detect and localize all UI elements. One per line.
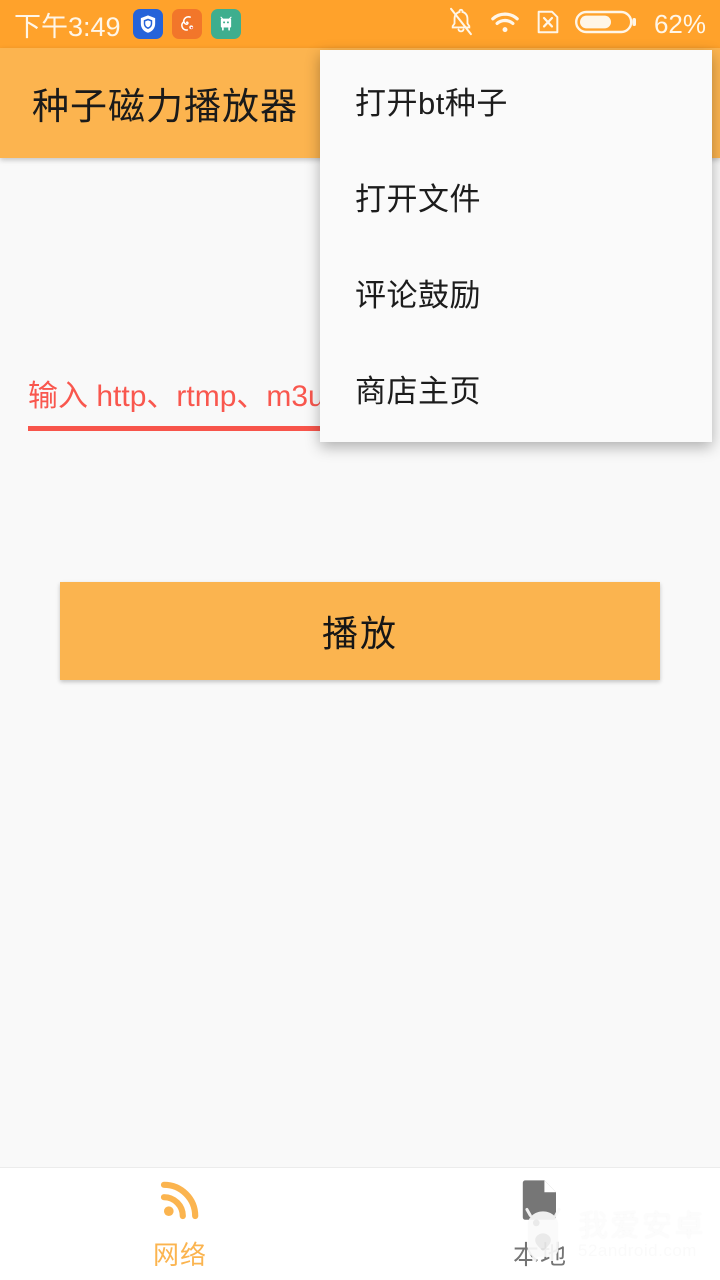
sim-no-service-icon — [535, 8, 561, 41]
file-document-icon — [517, 1176, 563, 1229]
play-button[interactable]: 播放 — [60, 582, 660, 680]
page-title: 种子磁力播放器 — [32, 76, 298, 130]
wifi-icon — [489, 9, 521, 40]
tab-local[interactable]: 本地 — [360, 1168, 720, 1280]
menu-item-open-file[interactable]: 打开文件 — [320, 148, 712, 244]
status-bar: 下午3:49 62% — [0, 0, 720, 48]
menu-item-store-homepage[interactable]: 商店主页 — [320, 340, 712, 436]
status-system-icons: 62% — [447, 7, 706, 42]
rss-icon — [156, 1176, 204, 1229]
tab-local-label: 本地 — [513, 1235, 567, 1272]
menu-item-rate-review[interactable]: 评论鼓励 — [320, 244, 712, 340]
uc-browser-icon — [172, 9, 202, 39]
overflow-menu: 打开bt种子 打开文件 评论鼓励 商店主页 — [320, 50, 712, 442]
battery-percentage-label: 62% — [654, 9, 706, 40]
tab-network[interactable]: 网络 — [0, 1168, 360, 1280]
bell-muted-icon — [447, 7, 475, 42]
status-notification-icons — [133, 9, 241, 39]
bottom-navigation-bar: 网络 本地 — [0, 1167, 720, 1280]
menu-item-open-bt-torrent[interactable]: 打开bt种子 — [320, 52, 712, 148]
tab-network-label: 网络 — [153, 1235, 207, 1272]
battery-icon — [575, 7, 637, 42]
android-app-icon — [211, 9, 241, 39]
status-clock: 下午3:49 — [14, 5, 121, 44]
security-shield-icon — [133, 9, 163, 39]
